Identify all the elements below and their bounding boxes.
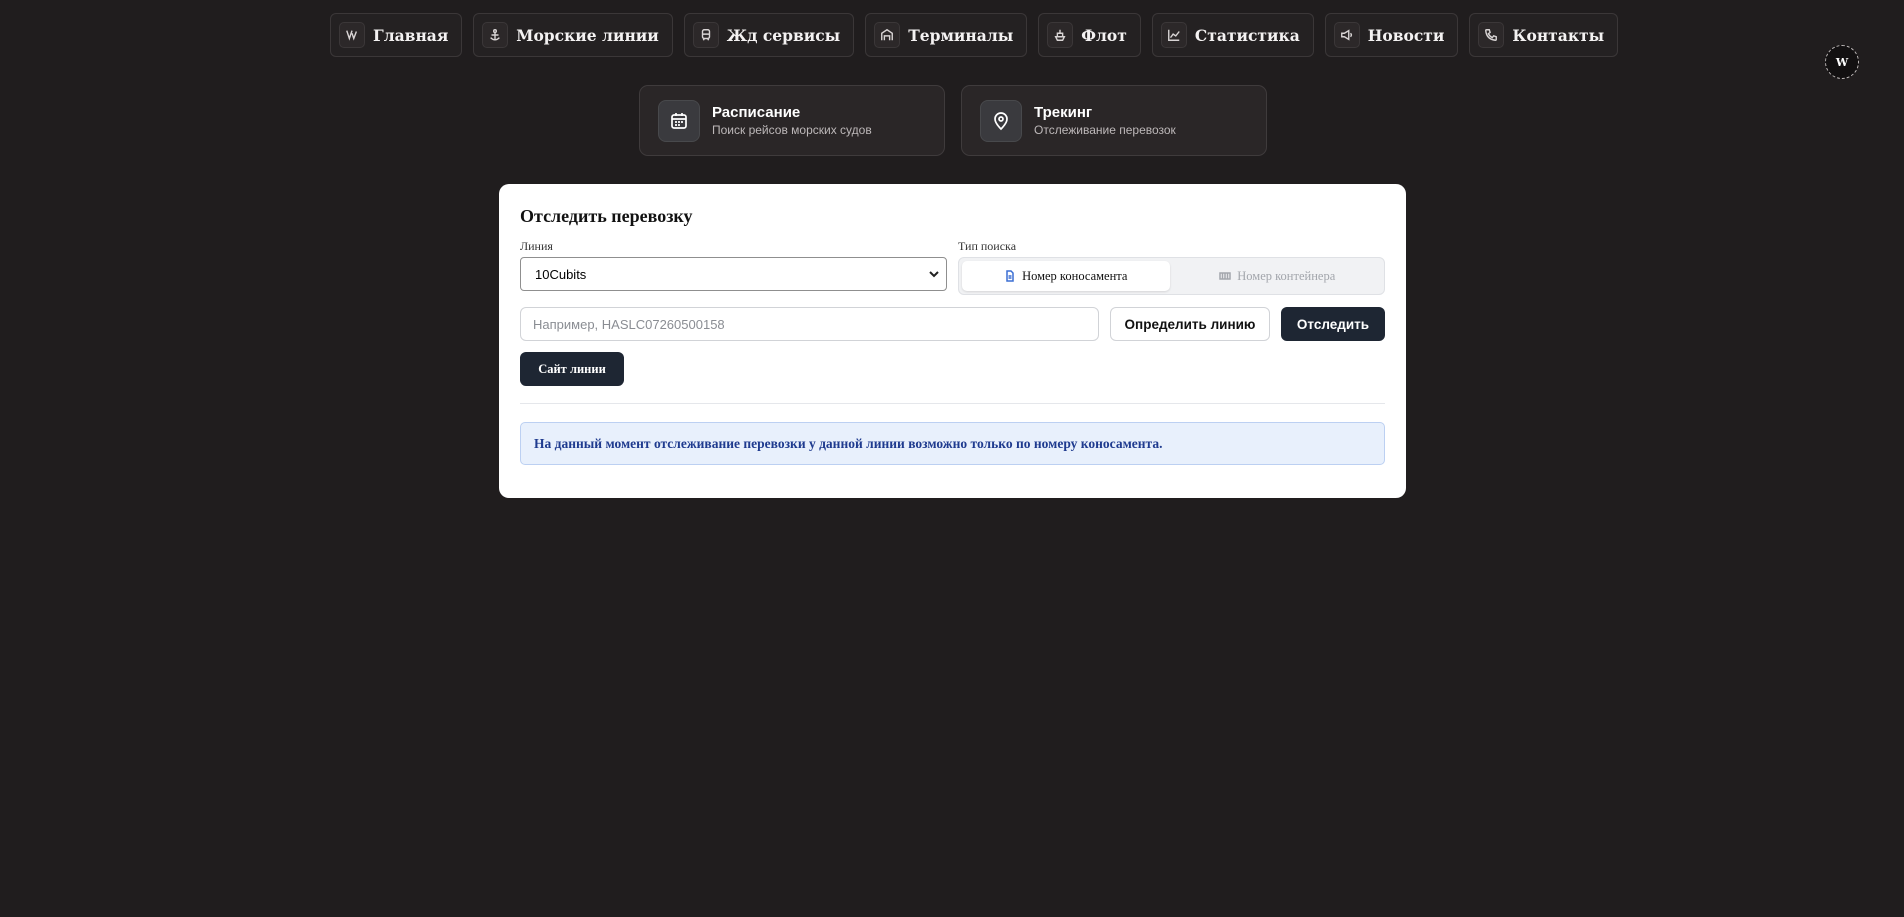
container-icon bbox=[1219, 272, 1231, 280]
line-select-value: 10Cubits bbox=[535, 266, 587, 282]
main-nav: Главная Морские линии Жд сервисы Термина… bbox=[330, 13, 1619, 57]
tile-title: Расписание bbox=[712, 104, 801, 121]
brand-logo-icon[interactable]: W bbox=[1825, 45, 1859, 79]
divider bbox=[520, 403, 1385, 404]
tracking-card: Отследить перевозку Линия 10Cubits Тип п… bbox=[499, 184, 1406, 498]
nav-item-label: Статистика bbox=[1194, 25, 1300, 45]
nav-item-terminals[interactable]: Терминалы bbox=[865, 13, 1028, 57]
search-type-toggle: Номер коносамента Номер контейнера bbox=[958, 257, 1385, 295]
line-chart-icon bbox=[1160, 22, 1187, 48]
tile-title: Трекинг bbox=[1034, 104, 1093, 121]
phone-icon bbox=[1478, 22, 1505, 48]
warehouse-icon bbox=[874, 22, 901, 48]
nav-item-news[interactable]: Новости bbox=[1324, 13, 1459, 57]
track-button[interactable]: Отследить bbox=[1281, 307, 1385, 341]
search-type-container[interactable]: Номер контейнера bbox=[1174, 261, 1382, 291]
anchor-icon bbox=[482, 22, 509, 48]
nav-item-label: Контакты bbox=[1512, 25, 1605, 45]
ship-icon bbox=[1047, 22, 1074, 48]
nav-item-rail-services[interactable]: Жд сервисы bbox=[683, 13, 855, 57]
tile-subtitle: Поиск рейсов морских судов bbox=[712, 123, 872, 137]
line-site-button[interactable]: Сайт линии bbox=[520, 352, 624, 386]
nav-item-label: Флот bbox=[1081, 25, 1127, 45]
info-alert-text: На данный момент отслеживание перевозки … bbox=[534, 435, 1163, 451]
nav-item-contacts[interactable]: Контакты bbox=[1469, 13, 1619, 57]
info-alert: На данный момент отслеживание перевозки … bbox=[520, 422, 1385, 465]
toggle-option-label: Номер коносамента bbox=[1022, 268, 1128, 283]
nav-item-fleet[interactable]: Флот bbox=[1038, 13, 1141, 57]
nav-item-label: Главная bbox=[373, 25, 449, 45]
nav-item-statistics[interactable]: Статистика bbox=[1151, 13, 1314, 57]
chevron-down-icon bbox=[929, 271, 939, 278]
megaphone-icon bbox=[1333, 22, 1360, 48]
nav-item-label: Новости bbox=[1367, 25, 1445, 45]
search-type-bill-of-lading[interactable]: Номер коносамента bbox=[962, 261, 1170, 291]
brand-logo-icon bbox=[339, 22, 365, 48]
document-icon bbox=[1006, 270, 1014, 282]
tile-subtitle: Отслеживание перевозок bbox=[1034, 123, 1176, 137]
quick-tiles: Расписание Поиск рейсов морских судов Тр… bbox=[639, 85, 1267, 156]
calendar-icon bbox=[658, 99, 700, 142]
train-icon bbox=[692, 22, 719, 48]
tile-tracking[interactable]: Трекинг Отслеживание перевозок bbox=[961, 85, 1267, 156]
nav-item-label: Морские линии bbox=[516, 25, 659, 45]
nav-item-label: Терминалы bbox=[908, 25, 1014, 45]
line-select[interactable]: 10Cubits bbox=[520, 257, 947, 291]
nav-item-label: Жд сервисы bbox=[726, 25, 841, 45]
tile-schedule[interactable]: Расписание Поиск рейсов морских судов bbox=[639, 85, 945, 156]
line-label: Линия bbox=[520, 239, 553, 253]
search-type-label: Тип поиска bbox=[958, 239, 1017, 253]
toggle-option-label: Номер контейнера bbox=[1237, 268, 1336, 283]
map-pin-icon bbox=[980, 99, 1022, 142]
nav-item-home[interactable]: Главная bbox=[330, 13, 463, 57]
card-title: Отследить перевозку bbox=[520, 206, 693, 226]
tracking-number-input[interactable] bbox=[520, 307, 1099, 341]
nav-item-sea-lines[interactable]: Морские линии bbox=[473, 13, 673, 57]
detect-line-button[interactable]: Определить линию bbox=[1110, 307, 1270, 341]
